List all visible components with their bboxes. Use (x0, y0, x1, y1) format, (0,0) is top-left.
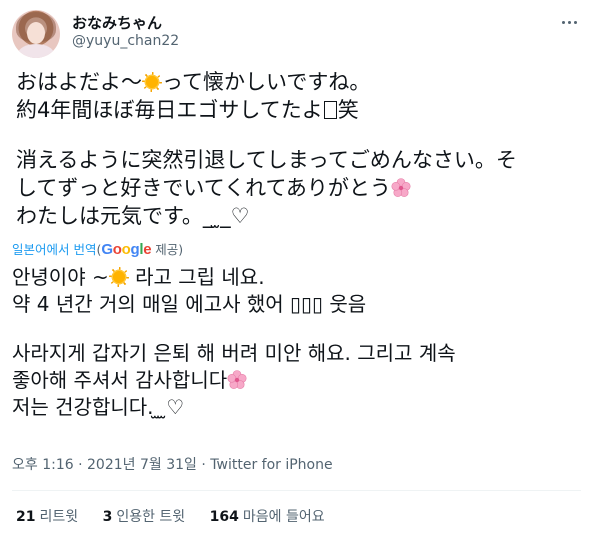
avatar[interactable] (12, 10, 60, 58)
sun-icon (108, 267, 129, 287)
translated-text: 안녕이야 ~ 라고 그립 네요. 약 4 년간 거의 매일 에고사 했어 ▯▯▯… (12, 264, 582, 421)
tweet-date[interactable]: 2021년 7월 31일 (87, 457, 197, 473)
provided-by-suffix: 제공) (151, 242, 184, 257)
likes-label: 마음에 들어요 (242, 509, 325, 525)
likes-count: 164 (209, 509, 239, 525)
tweet-text-segment: 約4年間ほぼ毎日エゴサしてたよ (16, 98, 323, 122)
translated-line: 좋아해 주셔서 감사합니다 (12, 367, 582, 394)
likes-stat[interactable]: 164 마음에 들어요 (210, 506, 325, 526)
cherry-blossom-icon (227, 370, 247, 390)
quotes-label: 인용한 트윗 (116, 509, 186, 525)
retweets-label: 리트윗 (39, 509, 79, 525)
translated-text-segment: 좋아해 주셔서 감사합니다 (12, 368, 228, 392)
tweet-text-segment: って懐かしいですね。 (162, 70, 371, 94)
tweet-text-segment: してずっと好きでいてくれてありがとう (16, 176, 391, 200)
meta-separator: · (73, 457, 88, 473)
tweet-metadata: 오후 1:16 · 2021년 7월 31일 · Twitter for iPh… (12, 454, 333, 474)
tweet-time[interactable]: 오후 1:16 (12, 457, 74, 473)
tweet-line: 消えるように突然引退してしまってごめんなさい。そ (16, 148, 517, 172)
missing-glyph-icon (323, 101, 337, 119)
more-horizontal-icon[interactable] (559, 12, 579, 32)
tweet-source[interactable]: Twitter for iPhone (210, 457, 332, 473)
translation-attribution: 일본어에서 번역(Google 제공) (12, 240, 183, 260)
tweet-line: わたしは元気です。_ ̫_♡ (16, 204, 250, 228)
user-handle[interactable]: @yuyu_chan22 (72, 33, 179, 49)
google-logo: Google (101, 241, 152, 258)
avatar-face (27, 22, 45, 44)
cherry-blossom-icon (391, 178, 411, 198)
tweet-line: 約4年間ほぼ毎日エゴサしてたよ笑 (16, 96, 576, 124)
divider (12, 490, 581, 491)
translated-line: 안녕이야 ~ 라고 그립 네요. (12, 264, 582, 291)
translated-line: 약 4 년간 거의 매일 에고사 했어 ▯▯▯ 웃음 (12, 292, 367, 316)
translated-text-segment: 안녕이야 ~ (12, 265, 109, 289)
tweet-line: おはよだよ～ って懐かしいですね。 (16, 68, 576, 96)
tweet-stats: 21 리트윗 3 인용한 트윗 164 마음에 들어요 (16, 506, 345, 526)
translated-line: 사라지게 갑자기 은퇴 해 버려 미안 해요. 그리고 계속 (12, 341, 456, 365)
avatar-body (18, 44, 54, 58)
tweet-text: おはよだよ～ って懐かしいですね。 約4年間ほぼ毎日エゴサしてたよ笑 消えるように… (16, 68, 576, 230)
quotes-count: 3 (102, 509, 113, 525)
retweets-count: 21 (16, 509, 36, 525)
tweet-text-segment: おはよだよ～ (16, 70, 142, 94)
meta-separator: · (196, 457, 211, 473)
translated-from-link[interactable]: 일본어에서 번역 (12, 242, 96, 257)
translated-line: 저는 건강합니다. ̫ ̫♡ (12, 395, 185, 419)
tweet-header: おなみちゃん @yuyu_chan22 (12, 10, 581, 58)
display-name[interactable]: おなみちゃん (72, 12, 162, 33)
sun-icon (142, 72, 162, 92)
quote-tweets-stat[interactable]: 3 인용한 트윗 (103, 506, 186, 526)
translated-text-segment: 라고 그립 네요. (128, 265, 265, 289)
tweet-text-segment: 笑 (337, 98, 359, 122)
tweet-line: してずっと好きでいてくれてありがとう (16, 174, 576, 202)
retweets-stat[interactable]: 21 리트윗 (16, 506, 78, 526)
